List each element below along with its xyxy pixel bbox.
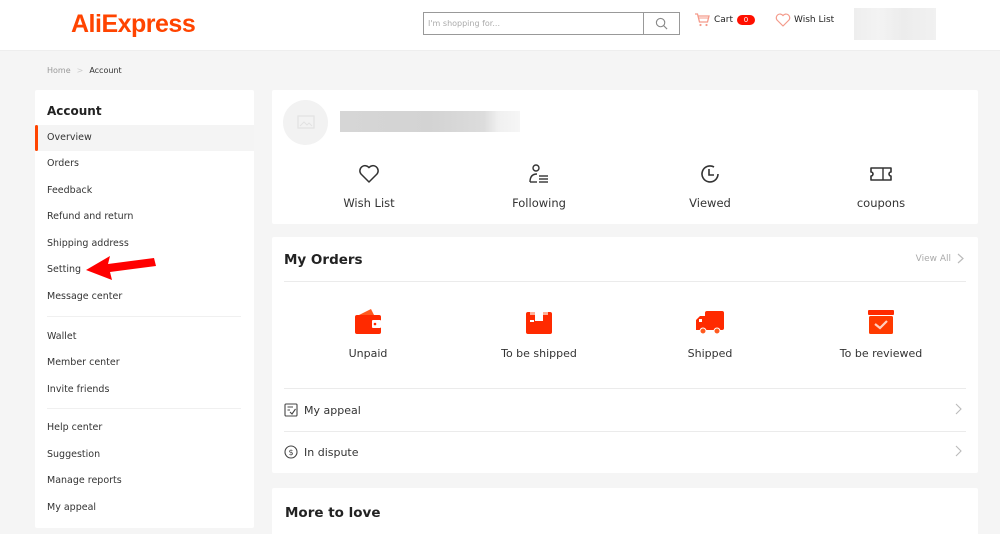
heart-icon (775, 13, 791, 27)
quick-link-label: Following (512, 196, 566, 210)
annotation-arrow-icon (86, 256, 156, 280)
quick-link-label: Viewed (689, 196, 731, 210)
appeal-icon (284, 403, 298, 417)
sidebar-item-feedback[interactable]: Feedback (35, 178, 254, 204)
clock-icon (701, 165, 719, 183)
sidebar-item-wallet[interactable]: Wallet (35, 324, 254, 350)
view-all-orders-link[interactable]: View All (916, 253, 964, 264)
divider (284, 281, 966, 282)
wishlist-label: Wish List (794, 15, 835, 25)
chevron-right-icon (955, 403, 962, 415)
sidebar-item-my-appeal[interactable]: My appeal (35, 495, 254, 521)
aliexpress-logo[interactable]: AliExpress (71, 10, 196, 39)
coupon-icon (870, 167, 892, 181)
sidebar-title: Account (47, 104, 102, 118)
in-dispute-row[interactable]: $ In dispute (284, 431, 966, 473)
more-to-love-title: More to love (285, 505, 381, 521)
quick-link-coupons[interactable]: coupons (821, 162, 941, 210)
user-account-blurred[interactable] (854, 8, 936, 40)
breadcrumb-home[interactable]: Home (47, 66, 71, 75)
my-appeal-label: My appeal (304, 403, 361, 417)
breadcrumb-separator: > (76, 66, 84, 75)
package-icon (526, 312, 552, 334)
dollar-circle-icon: $ (284, 445, 298, 459)
search-input[interactable] (424, 13, 643, 34)
search-button[interactable] (643, 13, 679, 34)
cart-count-badge: 0 (737, 15, 756, 25)
order-status-to-be-reviewed[interactable]: To be reviewed (811, 307, 951, 360)
cart-label: Cart (714, 15, 734, 25)
order-status-label: To be reviewed (839, 347, 923, 360)
chevron-right-icon (957, 253, 964, 264)
review-box-icon (868, 310, 894, 334)
account-sidebar: Account Overview Orders Feedback Refund … (35, 90, 254, 528)
top-header: AliExpress Cart 0 Wish List (0, 0, 1000, 51)
search-icon (655, 17, 668, 30)
in-dispute-label: In dispute (304, 445, 359, 459)
more-to-love-card: More to love (272, 488, 978, 534)
my-orders-card: My Orders View All Unpaid To be shipped … (272, 237, 978, 473)
order-status-to-be-shipped[interactable]: To be shipped (469, 307, 609, 360)
sidebar-item-refund-and-return[interactable]: Refund and return (35, 204, 254, 230)
order-status-label: Unpaid (348, 347, 388, 360)
quick-link-label: coupons (856, 196, 906, 210)
sidebar-item-help-center[interactable]: Help center (35, 415, 254, 441)
avatar[interactable] (283, 100, 328, 145)
my-orders-title: My Orders (284, 252, 363, 268)
order-status-shipped[interactable]: Shipped (640, 307, 780, 360)
heart-icon (359, 164, 379, 183)
wishlist-link[interactable]: Wish List (775, 13, 834, 27)
truck-icon (696, 311, 724, 335)
view-all-label: View All (915, 253, 951, 264)
sidebar-item-orders[interactable]: Orders (35, 151, 254, 177)
order-status-unpaid[interactable]: Unpaid (298, 307, 438, 360)
profile-card: Wish List Following Viewed coupons (272, 90, 978, 224)
svg-text:$: $ (288, 448, 293, 457)
quick-link-following[interactable]: Following (479, 162, 599, 210)
search-bar (423, 12, 680, 35)
sidebar-divider (47, 316, 241, 317)
quick-link-viewed[interactable]: Viewed (650, 162, 770, 210)
sidebar-item-suggestion[interactable]: Suggestion (35, 442, 254, 468)
sidebar-item-manage-reports[interactable]: Manage reports (35, 468, 254, 494)
sidebar-divider (47, 408, 241, 409)
order-status-label: Shipped (687, 347, 733, 360)
my-appeal-row[interactable]: My appeal (284, 389, 966, 431)
avatar-placeholder-icon (296, 114, 315, 129)
breadcrumb: Home > Account (47, 66, 122, 75)
quick-link-wish-list[interactable]: Wish List (309, 162, 429, 210)
chevron-right-icon (955, 445, 962, 457)
breadcrumb-current: Account (89, 66, 122, 75)
wallet-icon (355, 309, 381, 334)
order-status-label: To be shipped (501, 347, 577, 360)
following-icon (529, 164, 548, 183)
username-blurred (340, 111, 520, 132)
sidebar-item-message-center[interactable]: Message center (35, 284, 254, 310)
cart-icon (695, 13, 710, 27)
sidebar-item-overview[interactable]: Overview (35, 125, 254, 151)
quick-link-label: Wish List (343, 196, 395, 210)
cart-link[interactable]: Cart 0 (694, 13, 756, 27)
sidebar-item-member-center[interactable]: Member center (35, 350, 254, 376)
sidebar-item-invite-friends[interactable]: Invite friends (35, 377, 254, 403)
